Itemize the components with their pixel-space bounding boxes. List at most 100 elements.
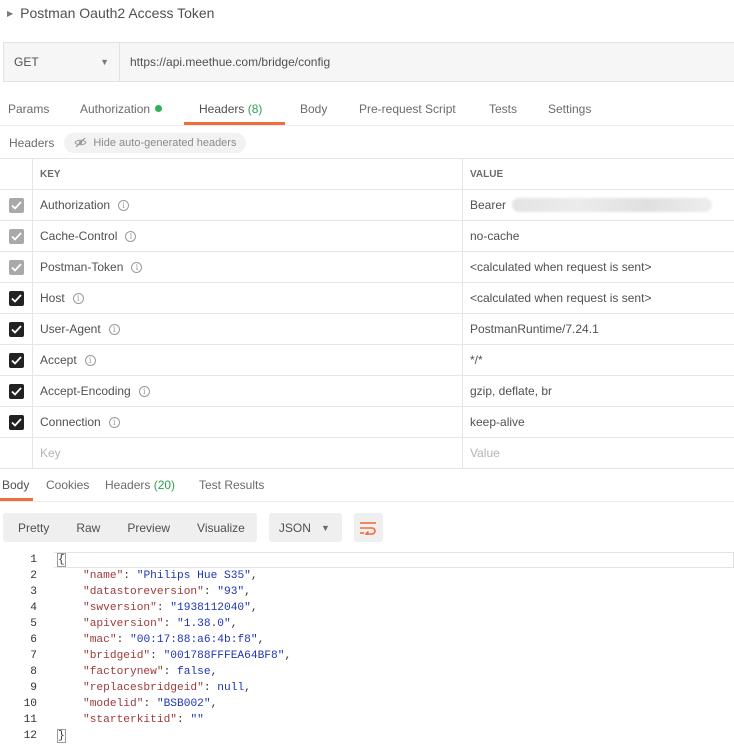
line-number: 6 bbox=[30, 634, 37, 646]
view-visualize-button[interactable]: Visualize bbox=[185, 513, 257, 542]
header-checkbox[interactable] bbox=[8, 228, 24, 244]
headers-subbar: Headers Hide auto-generated headers bbox=[0, 127, 734, 158]
tab-cookies[interactable]: Cookies bbox=[46, 470, 89, 501]
info-icon[interactable]: i bbox=[138, 385, 150, 397]
tab-label: Authorization bbox=[80, 102, 151, 116]
caret-right-icon[interactable]: ▶ bbox=[7, 9, 13, 18]
view-raw-button[interactable]: Raw bbox=[63, 513, 114, 542]
code-text: "swversion": "1938112040", bbox=[83, 602, 258, 614]
method-select[interactable]: GET ▼ bbox=[4, 43, 120, 81]
view-pretty-button[interactable]: Pretty bbox=[3, 513, 63, 542]
url-bar: GET ▼ https://api.meethue.com/bridge/con… bbox=[3, 42, 734, 82]
header-value[interactable]: PostmanRuntime/7.24.1 bbox=[463, 314, 734, 344]
eye-off-icon bbox=[74, 137, 87, 148]
request-title-bar[interactable]: ▶ Postman Oauth2 Access Token bbox=[0, 0, 734, 26]
new-key-input[interactable]: Key bbox=[33, 438, 463, 468]
header-key[interactable]: User-Agent i bbox=[33, 314, 463, 344]
info-icon[interactable]: i bbox=[108, 323, 120, 335]
tab-test-results[interactable]: Test Results bbox=[199, 470, 264, 501]
header-value-text: keep-alive bbox=[470, 415, 525, 429]
info-icon[interactable]: i bbox=[84, 354, 96, 366]
info-icon[interactable]: i bbox=[125, 230, 137, 242]
code-text: "apiversion": "1.38.0", bbox=[83, 618, 238, 630]
header-value-text: <calculated when request is sent> bbox=[470, 291, 652, 305]
tab-response-headers[interactable]: Headers (20) bbox=[105, 470, 175, 501]
code-line: 4 "swversion": "1938112040", bbox=[0, 600, 734, 616]
wrap-lines-button[interactable] bbox=[353, 513, 383, 542]
tab-count: (20) bbox=[153, 478, 176, 492]
code-text: "modelid": "BSB002", bbox=[83, 698, 218, 710]
header-value[interactable]: keep-alive bbox=[463, 407, 734, 437]
header-key-text: Connection bbox=[40, 415, 101, 429]
tab-pre-request-script[interactable]: Pre-request Script bbox=[359, 94, 456, 125]
header-checkbox[interactable] bbox=[8, 259, 24, 275]
header-value[interactable]: <calculated when request is sent> bbox=[463, 252, 734, 282]
header-key[interactable]: Accept i bbox=[33, 345, 463, 375]
table-row: Postman-Token i <calculated when request i… bbox=[0, 252, 734, 283]
info-icon[interactable]: i bbox=[118, 199, 130, 211]
code-text: "mac": "00:17:88:a6:4b:f8", bbox=[83, 634, 265, 646]
response-tabs: Body Cookies Headers (20) Test Results bbox=[0, 470, 734, 502]
tab-settings[interactable]: Settings bbox=[548, 94, 591, 125]
code-line: 12} bbox=[0, 728, 734, 744]
tab-tests[interactable]: Tests bbox=[489, 94, 517, 125]
header-key-text: Accept bbox=[40, 353, 77, 367]
header-value[interactable]: gzip, deflate, br bbox=[463, 376, 734, 406]
json-value: "001788FFFEA64BF8" bbox=[163, 650, 285, 662]
json-key: "modelid" bbox=[83, 698, 144, 710]
header-checkbox[interactable] bbox=[8, 352, 24, 368]
json-value: "1938112040" bbox=[170, 602, 251, 614]
info-icon[interactable]: i bbox=[131, 261, 143, 273]
chevron-down-icon: ▼ bbox=[100, 57, 109, 67]
format-select[interactable]: JSON ▼ bbox=[268, 513, 342, 542]
header-key[interactable]: Cache-Control i bbox=[33, 221, 463, 251]
tab-response-body[interactable]: Body bbox=[2, 470, 29, 501]
header-key-text: Authorization bbox=[40, 198, 111, 212]
tab-headers[interactable]: Headers (8) bbox=[199, 94, 262, 125]
header-value-text: PostmanRuntime/7.24.1 bbox=[470, 322, 599, 336]
info-icon[interactable]: i bbox=[108, 416, 120, 428]
header-checkbox[interactable] bbox=[8, 197, 24, 213]
json-value: false bbox=[177, 666, 211, 678]
header-value-text: no-cache bbox=[470, 229, 520, 243]
header-key[interactable]: Connection i bbox=[33, 407, 463, 437]
checkmark-icon bbox=[10, 355, 22, 365]
empty-check-cell bbox=[0, 438, 33, 468]
header-checkbox[interactable] bbox=[8, 321, 24, 337]
code-text: "replacesbridgeid": null, bbox=[83, 682, 251, 694]
json-key: "swversion" bbox=[83, 602, 157, 614]
response-body-viewer[interactable]: 1{2 "name": "Philips Hue S35", 3 "datastore… bbox=[0, 552, 734, 756]
header-checkbox[interactable] bbox=[8, 383, 24, 399]
check-cell bbox=[0, 221, 33, 251]
header-key-text: Cache-Control bbox=[40, 229, 118, 243]
header-checkbox[interactable] bbox=[8, 290, 24, 306]
check-cell bbox=[0, 190, 33, 220]
tab-body[interactable]: Body bbox=[300, 94, 327, 125]
header-value[interactable]: */* bbox=[463, 345, 734, 375]
header-key[interactable]: Accept-Encoding i bbox=[33, 376, 463, 406]
brace: } bbox=[57, 729, 66, 743]
header-key[interactable]: Host i bbox=[33, 283, 463, 313]
code-text: } bbox=[57, 728, 66, 744]
hide-auto-generated-button[interactable]: Hide auto-generated headers bbox=[64, 132, 247, 153]
header-value[interactable]: Bearer bbox=[463, 190, 734, 220]
header-key[interactable]: Authorization i bbox=[33, 190, 463, 220]
json-value: "Philips Hue S35" bbox=[136, 570, 251, 582]
view-preview-button[interactable]: Preview bbox=[114, 513, 185, 542]
json-key: "bridgeid" bbox=[83, 650, 151, 662]
new-value-input[interactable]: Value bbox=[463, 438, 734, 468]
header-value[interactable]: no-cache bbox=[463, 221, 734, 251]
line-number: 10 bbox=[23, 698, 37, 710]
code-text: "bridgeid": "001788FFFEA64BF8", bbox=[83, 650, 292, 662]
header-checkbox[interactable] bbox=[8, 414, 24, 430]
checkmark-icon bbox=[10, 231, 22, 241]
tab-params[interactable]: Params bbox=[8, 94, 49, 125]
tab-authorization[interactable]: Authorization bbox=[80, 94, 163, 125]
header-key-text: User-Agent bbox=[40, 322, 101, 336]
url-input[interactable]: https://api.meethue.com/bridge/config bbox=[120, 43, 734, 81]
header-value-text: */* bbox=[470, 353, 483, 367]
info-icon[interactable]: i bbox=[72, 292, 84, 304]
header-key[interactable]: Postman-Token i bbox=[33, 252, 463, 282]
header-value[interactable]: <calculated when request is sent> bbox=[463, 283, 734, 313]
request-name[interactable]: Postman Oauth2 Access Token bbox=[20, 5, 214, 21]
